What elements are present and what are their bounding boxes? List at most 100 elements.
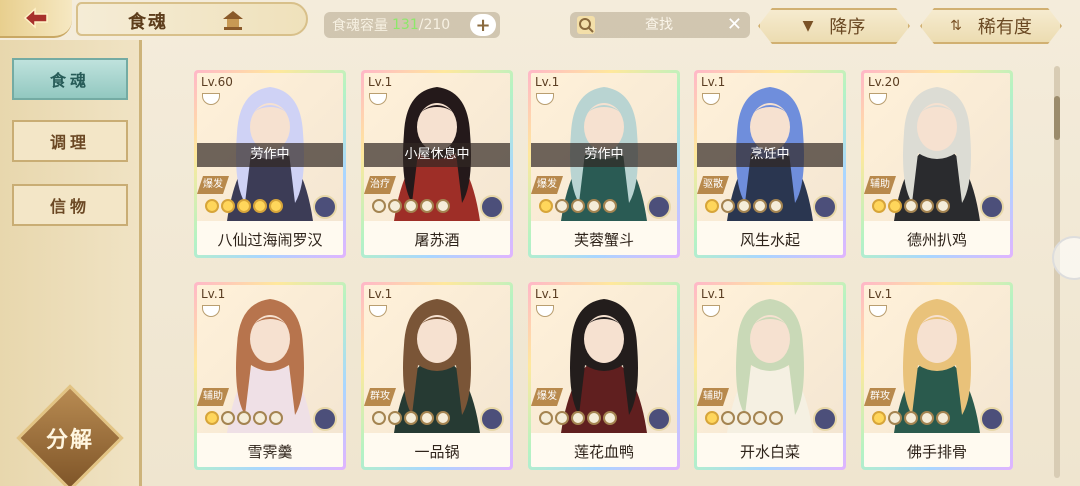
capacity-current: 131 [392, 17, 419, 33]
food-soul-card[interactable]: Lv.1 群攻 佛手排骨 [861, 282, 1013, 470]
star-rating [705, 199, 783, 215]
star-icon [539, 411, 553, 425]
game-screen: 食魂 食魂容量 131 /210 + ✕ ▼ 降序 [0, 0, 1080, 486]
star-icon [436, 199, 450, 213]
star-icon [737, 199, 751, 213]
star-icon [587, 411, 601, 425]
level-label: Lv.1 [368, 287, 393, 301]
star-icon [888, 411, 902, 425]
star-icon [904, 411, 918, 425]
star-icon [205, 411, 219, 425]
sort-rarity-button[interactable]: ⇅ 稀有度 [920, 8, 1062, 44]
add-capacity-button[interactable]: + [470, 14, 496, 36]
star-icon [872, 411, 886, 425]
star-icon [436, 411, 450, 425]
scrollbar-thumb[interactable] [1054, 96, 1060, 140]
food-soul-name: 莲花血鸭 [531, 437, 677, 467]
search-box: ✕ [570, 12, 750, 38]
food-soul-name: 开水白菜 [697, 437, 843, 467]
clear-search-icon[interactable]: ✕ [727, 15, 742, 35]
star-icon [936, 411, 950, 425]
star-icon [753, 199, 767, 213]
star-icon [237, 411, 251, 425]
card-body: Lv.1 小屋休息中 治疗 屠苏酒 [364, 73, 510, 255]
food-soul-name: 德州扒鸡 [864, 225, 1010, 255]
capacity-display: 食魂容量 131 /210 + [324, 12, 500, 38]
sidebar-tab-label: 调理 [49, 133, 90, 152]
sidebar-tab-food-souls[interactable]: 食魂 [12, 58, 128, 100]
level-label: Lv.1 [535, 287, 560, 301]
decompose-button[interactable]: 分解 [16, 384, 124, 486]
star-rating [205, 411, 283, 427]
card-body: Lv.1 群攻 一品锅 [364, 285, 510, 467]
star-icon [372, 411, 386, 425]
food-soul-card[interactable]: Lv.1 群攻 一品锅 [361, 282, 513, 470]
star-icon [904, 199, 918, 213]
status-banner: 烹饪中 [697, 143, 843, 167]
star-icon [737, 411, 751, 425]
star-icon [404, 199, 418, 213]
level-label: Lv.1 [868, 287, 893, 301]
star-icon [269, 411, 283, 425]
star-icon [603, 199, 617, 213]
star-icon [753, 411, 767, 425]
food-soul-card[interactable]: Lv.1 烹饪中 驱散 风生水起 [694, 70, 846, 258]
card-body: Lv.60 劳作中 爆发 八仙过海闹罗汉 [197, 73, 343, 255]
level-label: Lv.1 [701, 75, 726, 89]
capacity-max: /210 [418, 17, 451, 33]
sidebar-tab-cooking[interactable]: 调理 [12, 120, 128, 162]
star-icon [936, 199, 950, 213]
star-icon [920, 199, 934, 213]
star-icon [920, 411, 934, 425]
star-icon [420, 199, 434, 213]
star-icon [721, 411, 735, 425]
food-soul-card[interactable]: Lv.60 劳作中 爆发 八仙过海闹罗汉 [194, 70, 346, 258]
star-icon [237, 199, 251, 213]
top-tab-label: 食魂 [128, 12, 168, 33]
star-icon [705, 411, 719, 425]
star-rating [372, 199, 450, 215]
back-button[interactable] [0, 0, 72, 38]
food-soul-card[interactable]: Lv.1 辅助 雪霁羹 [194, 282, 346, 470]
star-icon [253, 199, 267, 213]
status-banner: 小屋休息中 [364, 143, 510, 167]
element-icon [813, 407, 837, 431]
food-soul-card[interactable]: Lv.20 辅助 德州扒鸡 [861, 70, 1013, 258]
sidebar-tab-tokens[interactable]: 信物 [12, 184, 128, 226]
food-soul-card[interactable]: Lv.1 辅助 开水白菜 [694, 282, 846, 470]
star-icon [769, 411, 783, 425]
food-soul-card[interactable]: Lv.1 小屋休息中 治疗 屠苏酒 [361, 70, 513, 258]
top-tab-food-souls[interactable]: 食魂 [76, 2, 308, 36]
element-icon [980, 195, 1004, 219]
food-soul-name: 屠苏酒 [364, 225, 510, 255]
card-body: Lv.1 劳作中 爆发 芙蓉蟹斗 [531, 73, 677, 255]
level-label: Lv.20 [868, 75, 900, 89]
star-icon [769, 199, 783, 213]
star-icon [253, 411, 267, 425]
sort-order-button[interactable]: ▼ 降序 [758, 8, 910, 44]
food-soul-name: 八仙过海闹罗汉 [197, 225, 343, 255]
capacity-label: 食魂容量 [332, 18, 388, 34]
star-icon [221, 411, 235, 425]
food-soul-name: 一品锅 [364, 437, 510, 467]
food-soul-card[interactable]: Lv.1 劳作中 爆发 芙蓉蟹斗 [528, 70, 680, 258]
star-icon [372, 199, 386, 213]
star-icon [603, 411, 617, 425]
star-icon [221, 199, 235, 213]
food-soul-card[interactable]: Lv.1 爆发 莲花血鸭 [528, 282, 680, 470]
pavilion-icon [223, 11, 243, 30]
status-banner: 劳作中 [197, 143, 343, 167]
star-icon [721, 199, 735, 213]
star-rating [872, 199, 950, 215]
star-rating [205, 199, 283, 215]
star-icon [420, 411, 434, 425]
search-input[interactable] [600, 15, 718, 35]
element-icon [313, 195, 337, 219]
element-icon [480, 407, 504, 431]
star-icon [705, 199, 719, 213]
food-soul-name: 雪霁羹 [197, 437, 343, 467]
card-body: Lv.1 群攻 佛手排骨 [864, 285, 1010, 467]
star-icon [269, 199, 283, 213]
star-icon [587, 199, 601, 213]
star-rating [872, 411, 950, 427]
